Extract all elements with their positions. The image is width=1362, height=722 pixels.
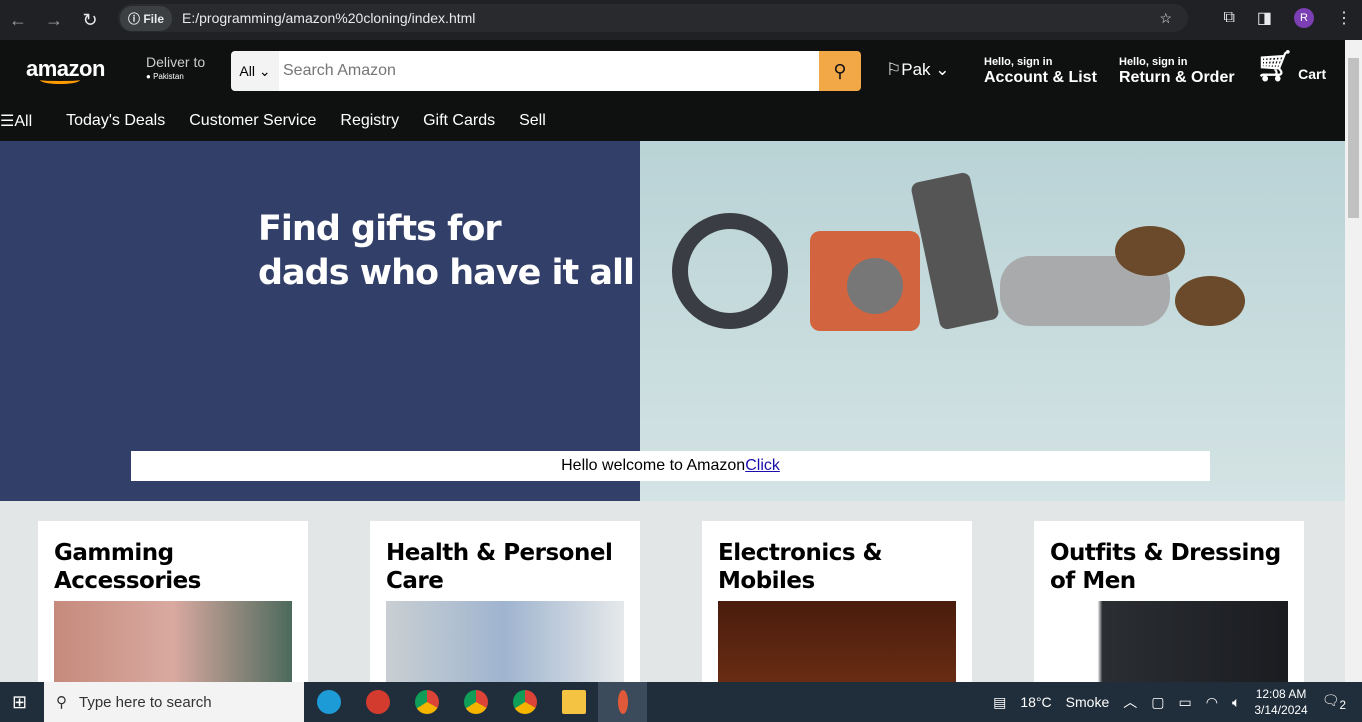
category-value: All xyxy=(239,63,255,79)
clock[interactable]: 12:08 AM 3/14/2024 xyxy=(1254,686,1307,718)
card-title: Electronics & Mobiles xyxy=(718,540,883,594)
windows-start-icon[interactable]: ⊞ xyxy=(12,692,27,713)
account-link[interactable]: Hello, sign in Account & List xyxy=(984,56,1097,87)
logo-text: amazon xyxy=(26,56,105,81)
notification-count: 2 xyxy=(1339,698,1346,712)
account-greeting: Hello, sign in xyxy=(984,56,1053,68)
cart-icon: 🛒︎ xyxy=(1256,50,1295,83)
notifications-icon[interactable]: 🗨︎2 xyxy=(1322,692,1346,712)
volume-icon[interactable]: 🔈︎ xyxy=(1232,694,1240,711)
chevron-up-icon[interactable]: ︿ xyxy=(1123,692,1137,712)
welcome-bar: Hello welcome to AmazonClick xyxy=(131,451,1210,481)
news-icon[interactable]: ▤ xyxy=(993,694,1006,711)
amazon-logo[interactable]: amazon xyxy=(26,56,105,84)
nav-item[interactable]: Registry xyxy=(340,112,399,130)
profile-avatar[interactable]: R xyxy=(1294,8,1314,28)
card-image xyxy=(1050,601,1288,682)
category-card[interactable]: Outfits & Dressing of Men xyxy=(1034,521,1304,682)
scrollbar[interactable] xyxy=(1345,40,1362,682)
browser-toolbar: ← → ↻ ⓘ File E:/programming/amazon%20clo… xyxy=(0,0,1362,40)
nav-all-label: All xyxy=(14,112,33,130)
location: Pakistan xyxy=(153,72,184,81)
hero-title: Find gifts for dads who have it all xyxy=(258,207,635,295)
cart-label: Cart xyxy=(1298,66,1327,82)
category-card[interactable]: Health & Personel Care xyxy=(370,521,640,682)
battery-icon[interactable]: ▭ xyxy=(1178,694,1191,711)
taskbar-search[interactable]: ⚲ Type here to search xyxy=(44,682,304,722)
cart-link[interactable]: 🛒︎ Cart xyxy=(1256,50,1327,83)
scrollbar-thumb[interactable] xyxy=(1348,58,1359,218)
search-icon: ⚲ xyxy=(833,60,847,81)
system-tray: ▤ 18°C Smoke ︿ ▢ ▭ ◠ 🔈︎ 12:08 AM 3/14/202… xyxy=(993,682,1362,722)
card-image xyxy=(718,601,956,682)
search-input[interactable] xyxy=(279,51,819,91)
welcome-text: Hello welcome to Amazon xyxy=(561,457,746,474)
card-title: Health & Personel Care xyxy=(386,540,613,594)
nav-all[interactable]: ☰All xyxy=(0,111,56,131)
reload-icon[interactable]: ↻ xyxy=(72,10,108,31)
secondary-nav: ☰All Today's Deals Customer Service Regi… xyxy=(0,100,1345,141)
account-label: Account & List xyxy=(984,69,1097,86)
menu-icon[interactable]: ⋮ xyxy=(1336,8,1352,28)
app-icon[interactable] xyxy=(353,682,402,722)
forward-icon[interactable]: → xyxy=(36,10,72,31)
chrome-profile-z-icon[interactable] xyxy=(500,682,549,722)
nav-item[interactable]: Sell xyxy=(519,112,546,130)
hero-image xyxy=(640,141,1345,501)
date: 3/14/2024 xyxy=(1254,703,1308,717)
search-icon: ⚲ xyxy=(56,694,67,711)
hero-banner[interactable]: Find gifts for dads who have it all Hello… xyxy=(0,141,1345,501)
nav-item[interactable]: Customer Service xyxy=(189,112,316,130)
returns-greeting: Hello, sign in xyxy=(1119,56,1188,68)
weather-temp[interactable]: 18°C xyxy=(1020,694,1051,710)
file-explorer-icon[interactable] xyxy=(549,682,598,722)
nav-item[interactable]: Today's Deals xyxy=(66,112,165,130)
card-title: Gamming Accessories xyxy=(54,540,201,594)
returns-label: Return & Order xyxy=(1119,69,1235,86)
category-cards: Gamming Accessories Health & Personel Ca… xyxy=(0,501,1345,682)
deliver-to[interactable]: Deliver to ● Pakistan xyxy=(146,54,205,81)
flag-icon: ⚐ xyxy=(886,60,902,79)
taskbar-search-text: Type here to search xyxy=(79,693,212,711)
language-select[interactable]: ⚐Pak ⌄ xyxy=(886,60,950,80)
file-label: File xyxy=(143,11,165,26)
edge-icon[interactable] xyxy=(304,682,353,722)
location-pin-icon: ● xyxy=(146,72,151,81)
search-button[interactable]: ⚲ xyxy=(819,51,861,91)
address-bar[interactable]: ⓘ File E:/programming/amazon%20cloning/i… xyxy=(118,4,1188,32)
click-link[interactable]: Click xyxy=(745,457,780,474)
wifi-icon[interactable]: ◠ xyxy=(1206,694,1218,711)
back-icon[interactable]: ← xyxy=(0,10,36,31)
app-active-icon[interactable] xyxy=(598,682,647,722)
deliver-label: Deliver to xyxy=(146,54,206,70)
star-icon[interactable]: ☆ xyxy=(1159,10,1172,27)
weather-desc[interactable]: Smoke xyxy=(1066,694,1110,710)
meet-icon[interactable]: ▢ xyxy=(1151,694,1164,711)
card-title: Outfits & Dressing of Men xyxy=(1050,540,1281,594)
card-image xyxy=(386,601,624,682)
card-image xyxy=(54,601,292,682)
hero-line1: Find gifts for xyxy=(258,209,502,249)
page: amazon Deliver to ● Pakistan All ⌄ ⚲ ⚐Pak… xyxy=(0,40,1345,682)
site-info[interactable]: ⓘ File xyxy=(120,5,173,31)
time: 12:08 AM xyxy=(1255,687,1307,701)
search-bar: All ⌄ ⚲ xyxy=(231,51,861,91)
url-text: E:/programming/amazon%20cloning/index.ht… xyxy=(182,10,476,26)
lang-label: Pak xyxy=(901,60,931,79)
category-card[interactable]: Electronics & Mobiles xyxy=(702,521,972,682)
extensions-icon[interactable]: ⧉ xyxy=(1223,9,1234,27)
taskbar: ⊞ ⚲ Type here to search ▤ 18°C Smoke ︿ ▢ … xyxy=(0,682,1362,722)
returns-link[interactable]: Hello, sign in Return & Order xyxy=(1119,56,1235,87)
top-nav: amazon Deliver to ● Pakistan All ⌄ ⚲ ⚐Pak… xyxy=(0,40,1345,100)
category-card[interactable]: Gamming Accessories xyxy=(38,521,308,682)
chrome-profile-r-icon[interactable] xyxy=(451,682,500,722)
sidepanel-icon[interactable]: ◨ xyxy=(1257,8,1272,28)
category-select[interactable]: All ⌄ xyxy=(231,51,279,91)
chrome-icon[interactable] xyxy=(402,682,451,722)
nav-item[interactable]: Gift Cards xyxy=(423,112,495,130)
hero-line2: dads who have it all xyxy=(258,253,635,293)
